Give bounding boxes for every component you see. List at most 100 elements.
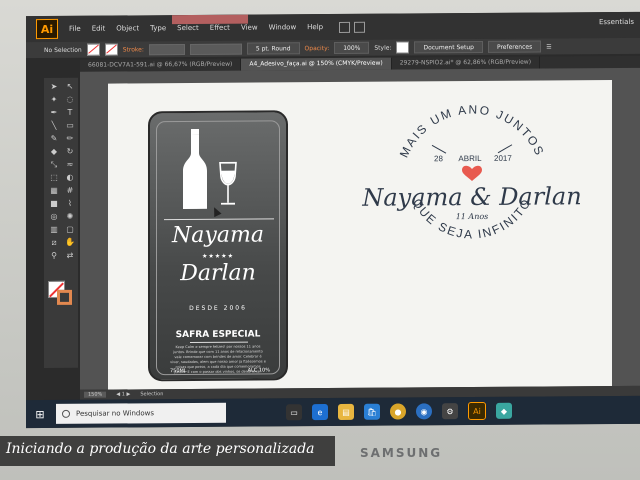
blend-tool-icon[interactable]: ◎ [48,212,60,221]
menu-object[interactable]: Object [116,24,139,32]
zoom-tool-icon[interactable]: ⚲ [48,251,60,260]
label-alcohol: ALC 10% [247,367,270,374]
artboard-tool-icon[interactable]: ▢ [64,225,76,234]
seal-top-arc: MAIS UM ANO JUNTOS [397,102,548,160]
store-icon[interactable]: 🛍 [364,403,380,420]
direct-selection-tool-icon[interactable]: ↖ [64,82,76,91]
media-icon[interactable]: ◉ [416,403,432,420]
artboard-nav[interactable]: ◀ 1 ▶ [116,391,130,397]
menu-type[interactable]: Type [150,24,166,32]
tab-doc-2[interactable]: A4_Adesivo_faça.ai @ 150% (CMYK/Preview) [241,57,392,71]
arrange-icons[interactable] [339,21,366,33]
chrome-icon[interactable]: ● [390,403,406,420]
menu-highlight [172,14,248,25]
zoom-level[interactable]: 150% [84,391,107,398]
seal-month: ABRIL [458,154,482,163]
screen: Ai File Edit Object Type Select Effect V… [26,11,640,429]
artboard[interactable]: Nayama ★★★★★ Darlan DESDE 2006 SAFRA ESP… [108,80,612,390]
tab-doc-3[interactable]: 29279-NSPIO2.ai* @ 62,86% (RGB/Preview) [391,56,541,70]
control-bar: No Selection Stroke: 5 pt. Round Opacity… [26,37,640,59]
brush-dropdown[interactable]: 5 pt. Round [246,42,300,55]
photo-caption: Iniciando a produção da arte personaliza… [6,441,315,457]
app-taskbar-icon[interactable]: ◆ [496,402,512,419]
selection-status: No Selection [44,46,82,54]
label-name-1: Nayama [172,222,264,249]
tools-panel: ➤ ↖ ✦ ◌ ✒ T ╲ ▭ ✎ ✏ ◆ ↻ ⤡ ≈ ⬚ ◐ ▦ # ■ ⌇ … [44,77,78,369]
panel-menu-icon[interactable]: ☰ [546,43,551,50]
symbol-sprayer-tool-icon[interactable]: ✺ [64,212,76,221]
selection-tool-icon[interactable]: ➤ [48,82,60,91]
task-view-icon[interactable]: ▭ [286,404,302,421]
tab-doc-1[interactable]: 66081-DCV7A1-591.ai @ 66,67% (RGB/Previe… [80,58,242,72]
magic-wand-tool-icon[interactable]: ✦ [48,95,60,104]
fill-stroke-widget[interactable] [48,280,72,305]
stroke-swatch[interactable] [104,43,118,56]
lasso-tool-icon[interactable]: ◌ [64,95,76,104]
wine-label-art[interactable]: Nayama ★★★★★ Darlan DESDE 2006 SAFRA ESP… [148,110,288,382]
hand-tool-icon[interactable]: ✋ [64,238,76,247]
width-tool-icon[interactable]: ≈ [64,160,76,169]
windows-start-icon[interactable]: ⊞ [26,400,54,428]
seal-tick-right [497,144,513,154]
bridge-icon[interactable] [339,21,351,33]
stroke-label[interactable]: Stroke: [123,46,144,53]
arrange-documents-icon[interactable] [354,21,366,33]
eyedropper-tool-icon[interactable]: ⌇ [64,199,76,208]
label-name-2: Darlan [180,260,256,287]
taskbar-search[interactable]: Pesquisar no Windows [56,402,226,424]
rectangle-tool-icon[interactable]: ▭ [64,121,76,130]
settings-icon[interactable]: ⚙ [442,403,458,420]
column-graph-tool-icon[interactable]: ▥ [48,225,60,234]
monitor-bezel: Ai File Edit Object Type Select Effect V… [0,0,640,480]
file-explorer-icon[interactable]: ▤ [338,403,354,420]
illustrator-taskbar-icon[interactable]: Ai [468,401,486,421]
paintbrush-tool-icon[interactable]: ✎ [48,134,60,143]
mesh-tool-icon[interactable]: # [64,186,76,195]
document-setup-button[interactable]: Document Setup [414,40,483,54]
menu-help[interactable]: Help [307,23,323,31]
anniversary-seal-art[interactable]: MAIS UM ANO JUNTOS 28 ABRIL 2017 Nayama … [352,94,592,262]
opacity-field[interactable]: 100% [334,41,370,54]
line-tool-icon[interactable]: ╲ [48,121,60,130]
menu-window[interactable]: Window [269,23,297,31]
samsung-logo: SAMSUNG [360,446,443,460]
canvas-area[interactable]: Nayama ★★★★★ Darlan DESDE 2006 SAFRA ESP… [80,67,640,390]
scale-tool-icon[interactable]: ⤡ [48,160,60,169]
preferences-button[interactable]: Preferences [487,40,542,53]
menu-effect[interactable]: Effect [210,24,230,32]
menu-select[interactable]: Select [177,24,199,32]
workspace-switcher[interactable]: Essentials [599,18,634,26]
opacity-label[interactable]: Opacity: [305,45,330,52]
fill-swatch[interactable] [86,43,100,56]
slice-tool-icon[interactable]: ⧄ [48,238,60,247]
menu-view[interactable]: View [241,24,258,32]
wine-glass-icon [219,161,237,205]
gradient-tool-icon[interactable]: ■ [48,199,60,208]
label-volume: 750ML [170,368,187,375]
menu-file[interactable]: File [69,25,81,33]
shape-builder-tool-icon[interactable]: ◐ [64,173,76,182]
stroke-icon[interactable] [57,289,72,305]
pen-tool-icon[interactable]: ✒ [48,108,60,117]
style-label: Style: [374,44,392,52]
perspective-grid-tool-icon[interactable]: ▦ [48,186,60,195]
seal-day: 28 [434,154,443,163]
edge-icon[interactable]: e [312,404,328,421]
stroke-weight-field[interactable] [148,43,185,55]
style-swatch[interactable] [396,41,410,54]
pencil-tool-icon[interactable]: ✏ [64,134,76,143]
type-tool-icon[interactable]: T [64,108,76,117]
free-transform-tool-icon[interactable]: ⬚ [48,173,60,182]
toggle-icon[interactable]: ⇄ [64,251,76,260]
heart-icon [462,165,482,182]
seal-year: 2017 [494,154,512,163]
rotate-tool-icon[interactable]: ↻ [64,147,76,156]
label-since: DESDE 2006 [189,304,247,313]
menu-edit[interactable]: Edit [92,25,106,33]
wine-bottle-icon [183,128,207,210]
label-stars: ★★★★★ [202,252,234,260]
eraser-tool-icon[interactable]: ◆ [48,147,60,156]
seal-years: 11 Anos [456,212,489,221]
variable-width-field[interactable] [189,43,242,55]
seal-tick-left [431,144,447,154]
